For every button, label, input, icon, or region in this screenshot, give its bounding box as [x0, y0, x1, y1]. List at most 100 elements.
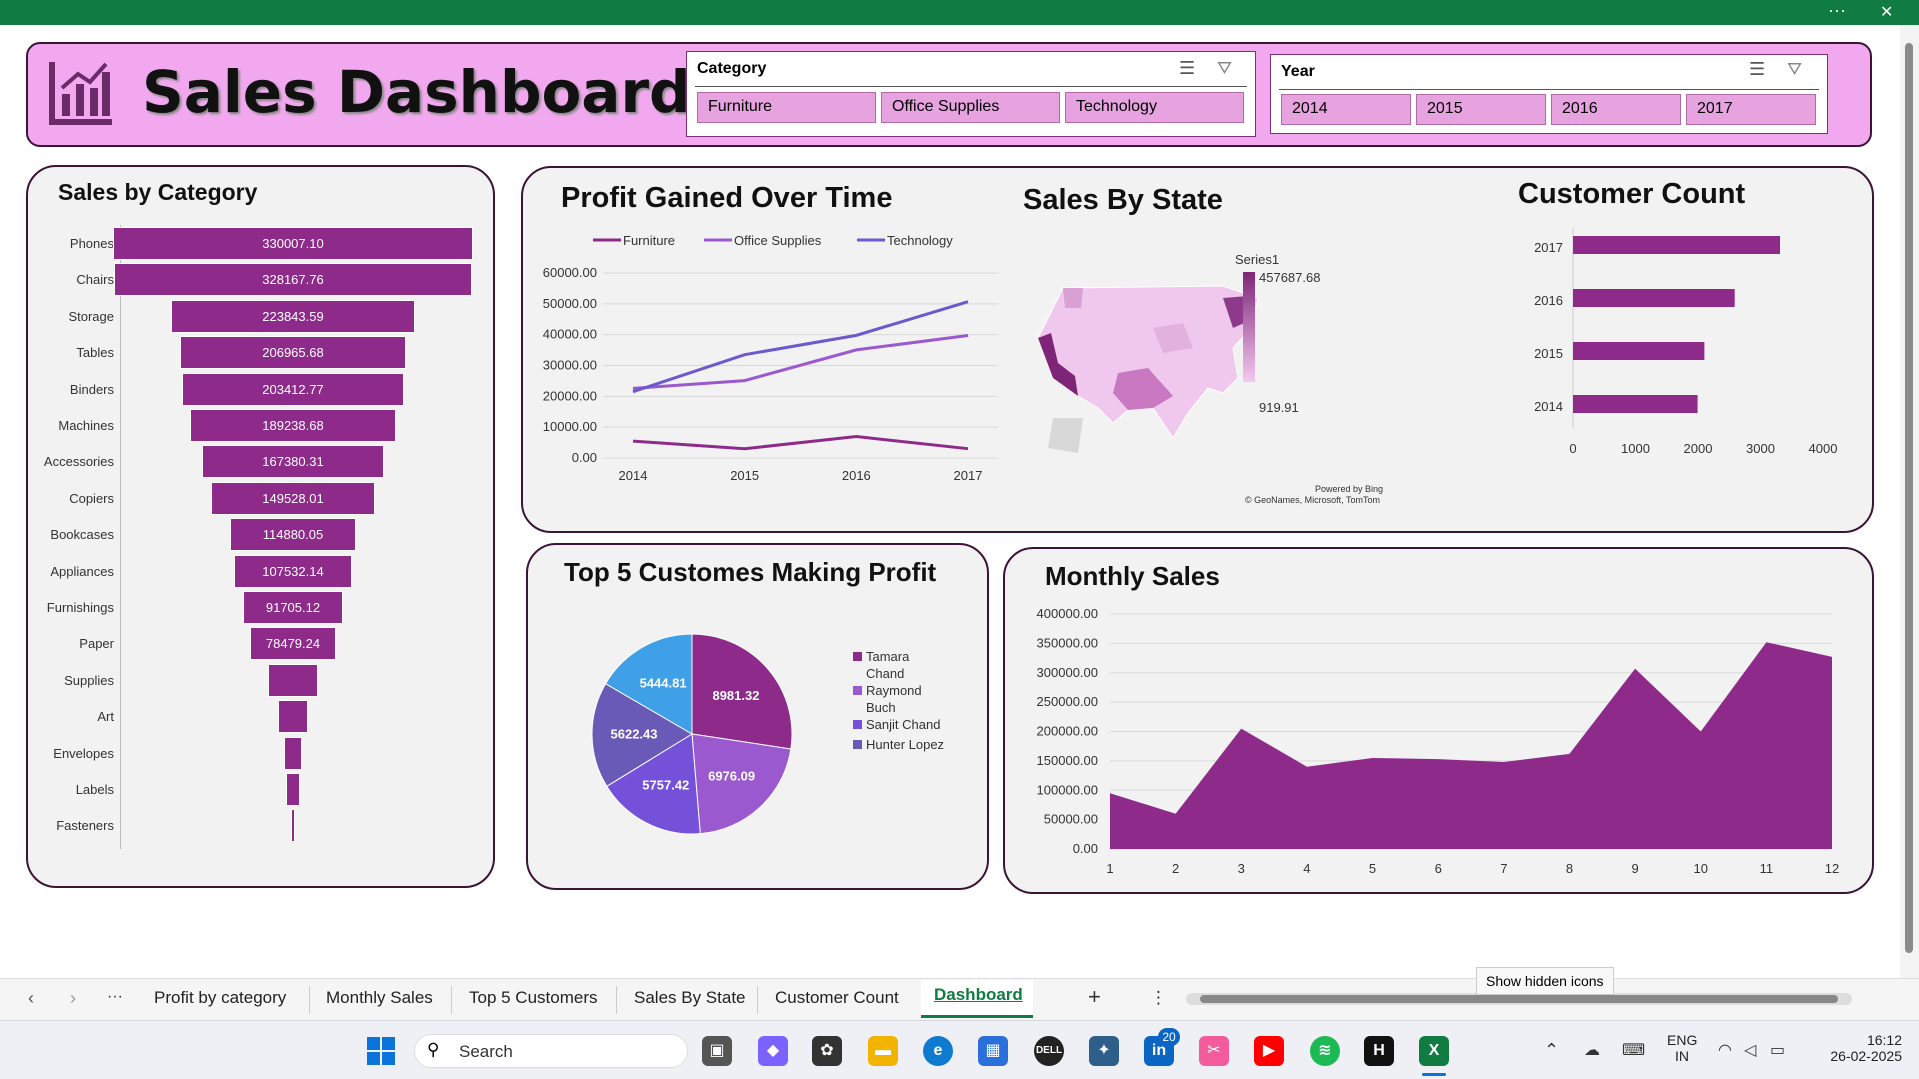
edge-browser-icon[interactable]: e	[923, 1036, 953, 1066]
header-banner: Sales Dashboard Category ☰ ⛛ Furniture O…	[26, 42, 1872, 147]
y-tick-label: 400000.00	[1037, 606, 1098, 621]
y-tick-label: 60000.00	[543, 265, 597, 280]
add-sheet-icon[interactable]: +	[1088, 984, 1101, 1010]
hackerrank-icon[interactable]: H	[1364, 1036, 1394, 1066]
top5-pie-chart: 8981.32 6976.09 5757.42 5622.43 5444.81 Tamar…	[591, 633, 944, 835]
funnel-bar: 107532.14	[234, 554, 352, 588]
clock-time: 16:12	[1866, 1032, 1902, 1048]
vertical-scroll-thumb[interactable]	[1905, 43, 1913, 953]
legend-label: Hunter Lopez	[866, 737, 944, 752]
tab-profit-by-category[interactable]: Profit by category	[154, 988, 286, 1008]
funnel-category-label: Art	[97, 709, 114, 725]
sales-by-category-panel[interactable]: Sales by Category Phones 330007.10 Chairs 3…	[26, 165, 495, 888]
more-sheets-icon[interactable]: ···	[107, 988, 123, 1006]
x-tick-label: 4	[1303, 861, 1310, 876]
funnel-category-label: Appliances	[50, 563, 114, 579]
y-tick-label: 2014	[1534, 399, 1563, 414]
y-tick-label: 100000.00	[1037, 782, 1098, 797]
y-tick-label: 2016	[1534, 293, 1563, 308]
slicer-item-office-supplies[interactable]: Office Supplies	[881, 92, 1060, 123]
slicer-item-furniture[interactable]: Furniture	[697, 92, 876, 123]
monthly-sales-panel[interactable]: Monthly Sales 0.00 50000.00 100000.00 15000…	[1003, 547, 1874, 894]
x-tick-label: 1000	[1621, 441, 1650, 456]
microsoft-store-icon[interactable]: ▦	[978, 1036, 1008, 1066]
x-tick-label: 6	[1435, 861, 1442, 876]
y-tick-label: 0.00	[1073, 841, 1098, 856]
sales-by-state-title: Sales By State	[1023, 184, 1223, 216]
x-tick-label: 2017	[954, 468, 983, 483]
vertical-scrollbar[interactable]	[1900, 25, 1919, 978]
security-icon[interactable]: ☁	[1584, 1040, 1600, 1060]
funnel-category-label: Fasteners	[56, 818, 114, 834]
slicer-item-technology[interactable]: Technology	[1065, 92, 1244, 123]
slicer-divider	[695, 86, 1247, 87]
funnel-category-label: Labels	[75, 782, 114, 797]
keyboard-icon[interactable]: ⌨	[1622, 1040, 1645, 1060]
tab-top5-customers[interactable]: Top 5 Customers	[469, 988, 598, 1008]
funnel-bar: 91705.12	[242, 591, 343, 624]
funnel-bar: 149528.01	[211, 481, 375, 515]
y-tick-label: 150000.00	[1037, 753, 1098, 768]
region-code: IN	[1675, 1048, 1689, 1064]
tab-monthly-sales[interactable]: Monthly Sales	[326, 988, 433, 1008]
tab-customer-count[interactable]: Customer Count	[775, 988, 899, 1008]
multi-select-icon[interactable]: ☰	[1749, 59, 1765, 80]
legend-label: Sanjit Chand	[866, 717, 940, 732]
dell-icon[interactable]: DELL	[1034, 1036, 1064, 1066]
copilot-icon[interactable]: ◆	[758, 1036, 788, 1066]
monthly-sales-title: Monthly Sales	[1045, 561, 1220, 591]
slicer-item-2017[interactable]: 2017	[1686, 94, 1816, 125]
excel-icon[interactable]: X	[1419, 1036, 1449, 1066]
search-icon: ⚲	[427, 1040, 440, 1059]
windows-start-icon[interactable]	[366, 1036, 396, 1066]
slicer-item-2016[interactable]: 2016	[1551, 94, 1681, 125]
y-tick-label: 250000.00	[1037, 694, 1098, 709]
clear-filter-icon[interactable]: ⛛	[1217, 58, 1232, 79]
clear-filter-icon[interactable]: ⛛	[1787, 59, 1802, 80]
top5-customers-panel[interactable]: Top 5 Customes Making Profit 8981.32 6976…	[526, 543, 989, 890]
funnel-category-label: Paper	[79, 636, 114, 652]
slicer-item-2015[interactable]: 2015	[1416, 94, 1546, 125]
category-slicer[interactable]: Category ☰ ⛛ Furniture Office Supplies T…	[686, 51, 1256, 137]
snipping-tool-icon[interactable]: ✂	[1199, 1036, 1229, 1066]
taskbar-search-box[interactable]: ⚲ Search	[414, 1034, 688, 1068]
horizontal-scroll-thumb[interactable]	[1200, 995, 1838, 1003]
slicer-item-2014[interactable]: 2014	[1281, 94, 1411, 125]
bar-chart-icon	[49, 62, 112, 125]
customer-count-bar	[1573, 395, 1698, 413]
usa-map	[1037, 285, 1259, 453]
x-tick-label: 10	[1693, 861, 1707, 876]
year-slicer[interactable]: Year ☰ ⛛ 2014 2015 2016 2017	[1270, 54, 1828, 134]
tab-separator	[757, 986, 758, 1014]
funnel-category-label: Furnishings	[46, 600, 114, 615]
x-tick-label: 2014	[619, 468, 648, 483]
vs-code-icon[interactable]: ✦	[1089, 1036, 1119, 1066]
funnel-category-label: Phones	[69, 236, 114, 251]
chevron-right-icon[interactable]: ›	[70, 988, 76, 1009]
battery-icon[interactable]: ▭	[1770, 1040, 1785, 1060]
linkedin-notification-badge: 20	[1158, 1028, 1180, 1046]
youtube-icon[interactable]: ▶	[1254, 1036, 1284, 1066]
legend-label: Raymond Buch	[866, 683, 922, 715]
tab-dashboard-active[interactable]: Dashboard	[921, 980, 1033, 1018]
chatgpt-icon[interactable]: ✿	[812, 1036, 842, 1066]
tab-sales-by-state[interactable]: Sales By State	[634, 988, 746, 1008]
wifi-icon[interactable]: ◠	[1718, 1040, 1732, 1060]
sheet-options-icon[interactable]: ⋮	[1150, 988, 1167, 1008]
chevron-up-icon[interactable]: ⌃	[1544, 1040, 1559, 1061]
legend-swatch	[853, 720, 862, 729]
task-view-icon[interactable]: ▣	[702, 1036, 732, 1066]
spotify-icon[interactable]: ≋	[1310, 1036, 1340, 1066]
map-legend-min: 919.91	[1259, 400, 1299, 415]
volume-icon[interactable]: ◁	[1744, 1040, 1756, 1060]
multi-select-icon[interactable]: ☰	[1179, 58, 1195, 79]
chevron-left-icon[interactable]: ‹	[28, 988, 34, 1009]
funnel-bar: 223843.59	[170, 299, 416, 333]
clock[interactable]: 16:12 26-02-2025	[1812, 1032, 1902, 1064]
close-icon[interactable]: ✕	[1880, 2, 1893, 22]
legend-label: Technology	[887, 233, 953, 248]
file-explorer-icon[interactable]: ▬	[868, 1036, 898, 1066]
kpi-charts-panel[interactable]: Profit Gained Over Time 0.00 10000.00 2000…	[521, 166, 1874, 533]
language-indicator[interactable]: ENG IN	[1667, 1032, 1697, 1064]
more-options-icon[interactable]: ···	[1828, 0, 1846, 21]
